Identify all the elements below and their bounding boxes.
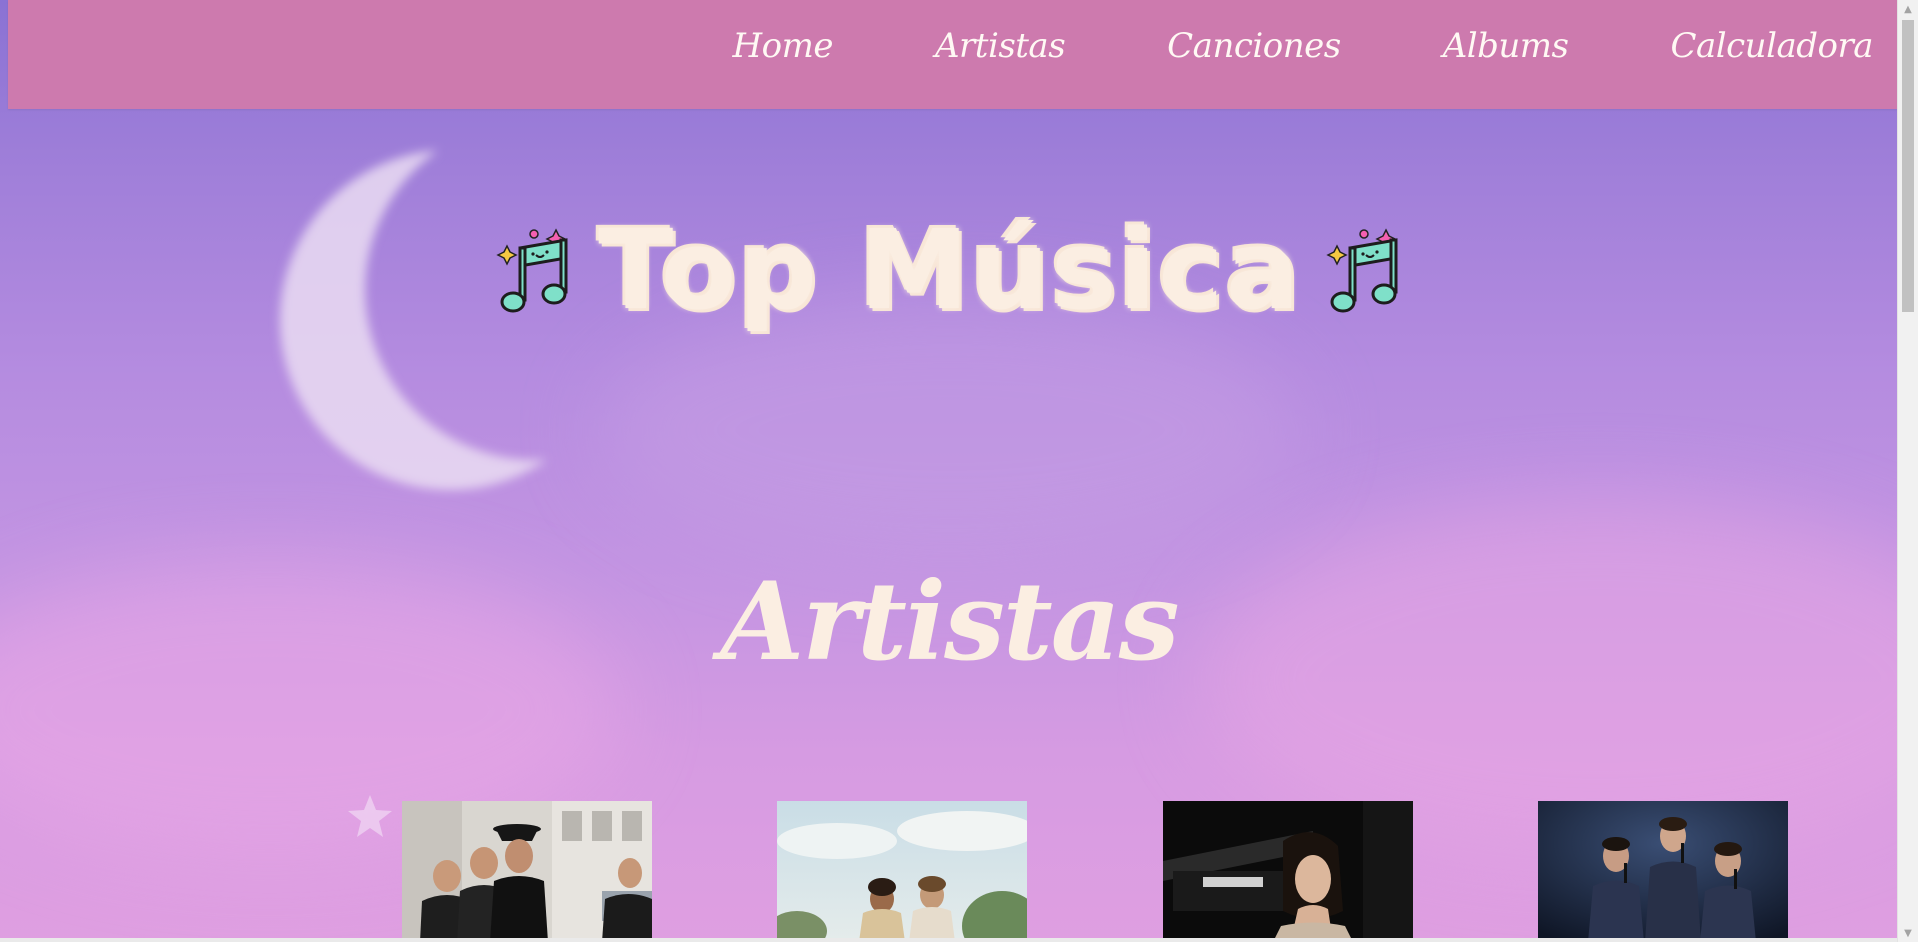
nav-list: Home Artistas Canciones Albums Calculado… bbox=[732, 26, 1873, 66]
nav-item-artistas: Artistas bbox=[833, 26, 1066, 66]
duo-photo bbox=[777, 801, 1027, 942]
scroll-down-icon[interactable]: ▼ bbox=[1898, 924, 1918, 942]
artists-gallery bbox=[0, 801, 1898, 942]
music-note-icon bbox=[496, 228, 568, 313]
artist-card-1[interactable] bbox=[402, 801, 652, 942]
nav-link-artistas[interactable]: Artistas bbox=[935, 26, 1066, 66]
vertical-scrollbar[interactable]: ▲ ▼ bbox=[1897, 0, 1918, 942]
nav-link-home[interactable]: Home bbox=[732, 26, 833, 66]
artist-card-2[interactable] bbox=[777, 801, 1027, 942]
nav-item-home: Home bbox=[732, 26, 833, 66]
nav-link-calculadora[interactable]: Calculadora bbox=[1670, 26, 1873, 66]
scroll-up-icon[interactable]: ▲ bbox=[1898, 0, 1918, 18]
horizontal-scrollbar[interactable] bbox=[0, 938, 1898, 942]
top-navbar: Home Artistas Canciones Albums Calculado… bbox=[8, 0, 1898, 109]
scroll-thumb[interactable] bbox=[1902, 20, 1914, 312]
artist-card-4[interactable] bbox=[1538, 801, 1788, 942]
nav-link-albums[interactable]: Albums bbox=[1443, 26, 1569, 66]
band-photo bbox=[402, 801, 652, 942]
hero-banner: Top Música bbox=[480, 200, 1420, 340]
page: Home Artistas Canciones Albums Calculado… bbox=[0, 0, 1898, 942]
artist-card-3[interactable] bbox=[1163, 801, 1413, 942]
artists-section-title: Artistas bbox=[720, 559, 1179, 685]
trio-photo bbox=[1538, 801, 1788, 942]
site-title: Top Música bbox=[598, 206, 1302, 334]
music-note-icon bbox=[1326, 228, 1398, 313]
nav-item-albums: Albums bbox=[1341, 26, 1569, 66]
nav-item-calculadora: Calculadora bbox=[1568, 26, 1873, 66]
singer-photo bbox=[1163, 801, 1413, 942]
nav-link-canciones[interactable]: Canciones bbox=[1167, 26, 1341, 66]
nav-item-canciones: Canciones bbox=[1065, 26, 1341, 66]
